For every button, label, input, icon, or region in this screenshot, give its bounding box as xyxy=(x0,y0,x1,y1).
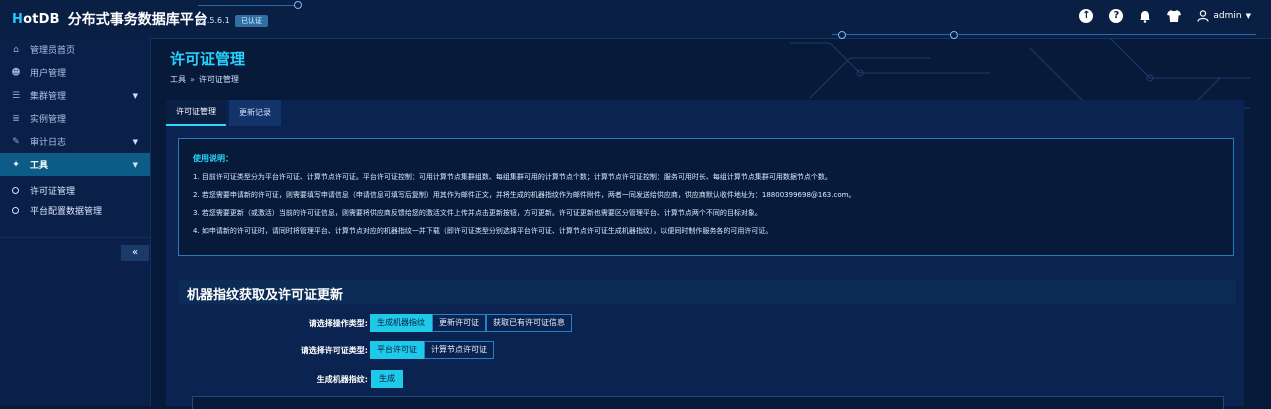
top-bar: HotDB 分布式事务数据库平台 v2.5.6.1 已认证 ↑ ? admin … xyxy=(0,0,1271,39)
platform-license-option[interactable]: 平台许可证 xyxy=(370,341,424,359)
usage-instructions: 使用说明： 1. 目前许可证类型分为平台许可证、计算节点许可证。平台许可证控制：… xyxy=(178,138,1234,256)
user-name: admin xyxy=(1213,11,1242,21)
section-title: 机器指纹获取及许可证更新 xyxy=(187,288,344,303)
sidebar-item-admin-home[interactable]: ⌂ 管理员首页 xyxy=(0,38,150,61)
sidebar-item-label: 审计日志 xyxy=(30,138,67,148)
hotdb-logo[interactable]: HotDB xyxy=(12,12,60,27)
license-panel: 许可证管理 更新记录 使用说明： 1. 目前许可证类型分为平台许可证、计算节点许… xyxy=(166,100,1244,409)
top-actions: ↑ ? admin ▼ xyxy=(1079,9,1251,23)
sidebar-item-label: 实例管理 xyxy=(30,115,67,125)
sidebar-item-audit-log[interactable]: ✎ 审计日志 ▼ xyxy=(0,130,150,153)
collapse-sidebar-button[interactable]: « xyxy=(121,245,149,261)
decor-dot xyxy=(294,1,302,9)
generate-fingerprint-label: 生成机器指纹: xyxy=(316,375,368,384)
home-icon: ⌂ xyxy=(13,44,19,55)
compute-node-license-option[interactable]: 计算节点许可证 xyxy=(424,341,494,359)
sidebar-item-clusters[interactable]: ☰ 集群管理 ▼ xyxy=(0,84,150,107)
circle-icon xyxy=(12,206,19,214)
sidebar-subitem-label: 许可证管理 xyxy=(30,186,76,197)
sidebar-item-label: 集群管理 xyxy=(30,92,67,102)
breadcrumb-separator: » xyxy=(190,75,195,84)
chevron-down-icon: ▼ xyxy=(132,138,138,146)
instructions-title: 使用说明： xyxy=(193,154,233,163)
decor-line xyxy=(832,34,952,35)
generate-fingerprint-option[interactable]: 生成机器指纹 xyxy=(370,314,432,332)
sidebar-item-label: 管理员首页 xyxy=(30,46,76,56)
edit-icon: ✎ xyxy=(12,136,20,147)
section-header: 机器指纹获取及许可证更新 xyxy=(178,280,1236,304)
chevron-down-icon: ▼ xyxy=(132,161,138,169)
cluster-icon: ☰ xyxy=(11,90,21,101)
brand: HotDB 分布式事务数据库平台 xyxy=(12,9,208,29)
circle-icon xyxy=(12,186,19,194)
breadcrumb-parent[interactable]: 工具 xyxy=(170,75,186,84)
shirt-icon[interactable] xyxy=(1167,10,1182,22)
instruction-line: 1. 目前许可证类型分为平台许可证、计算节点许可证。平台许可证控制：可用计算节点… xyxy=(193,173,832,181)
tab-license-management[interactable]: 许可证管理 xyxy=(166,100,226,126)
sidebar-subitem-license[interactable]: 许可证管理 xyxy=(0,180,150,200)
app-title: 分布式事务数据库平台 xyxy=(67,12,208,28)
tools-submenu: 许可证管理 平台配置数据管理 xyxy=(0,176,150,220)
wrench-icon: ✦ xyxy=(12,159,20,170)
certified-badge: 已认证 xyxy=(235,15,268,27)
sidebar-subitem-platform-config[interactable]: 平台配置数据管理 xyxy=(0,200,150,220)
user-icon xyxy=(1197,10,1210,22)
sidebar-item-label: 用户管理 xyxy=(30,69,67,79)
instruction-line: 4. 如申请新的许可证时，请同时将管理平台、计算节点对应的机器指纹一并下载（即许… xyxy=(193,227,773,235)
database-icon: ≣ xyxy=(12,113,20,124)
tab-update-records[interactable]: 更新记录 xyxy=(229,100,281,126)
operation-type-group: 生成机器指纹 更新许可证 获取已有许可证信息 xyxy=(370,314,572,332)
decor-line xyxy=(198,5,294,6)
get-license-info-option[interactable]: 获取已有许可证信息 xyxy=(486,314,572,332)
tab-bar: 许可证管理 更新记录 xyxy=(166,100,281,126)
page-title: 许可证管理 xyxy=(170,50,246,68)
users-icon: ☻ xyxy=(11,67,21,78)
breadcrumb-current: 许可证管理 xyxy=(198,75,239,84)
sidebar-item-users[interactable]: ☻ 用户管理 xyxy=(0,61,150,84)
user-menu[interactable]: admin ▼ xyxy=(1197,10,1251,22)
result-area xyxy=(192,396,1224,409)
main-content: 许可证管理 工具» 许可证管理 许可证管理 更新记录 使用说明： 1. 目前许可证… xyxy=(150,38,1271,409)
help-icon[interactable]: ? xyxy=(1109,9,1124,23)
breadcrumb: 工具 » 许可证管理 xyxy=(170,74,239,85)
license-type-label: 请选择许可证类型: xyxy=(300,346,368,355)
sidebar-item-tools[interactable]: ✦ 工具 ▼ xyxy=(0,153,150,176)
chevron-down-icon: ▼ xyxy=(132,92,138,100)
sidebar-footer: « xyxy=(0,237,150,268)
instruction-line: 3. 若您需要更新（或激活）当前的许可证信息，则需要将供应商反馈给您的激活文件上… xyxy=(193,209,762,217)
chevron-down-icon: ▼ xyxy=(1245,12,1251,20)
decor-line xyxy=(956,34,1256,35)
sidebar-item-label: 工具 xyxy=(30,161,49,171)
bell-icon[interactable] xyxy=(1139,10,1151,23)
sidebar-item-instances[interactable]: ≣ 实例管理 xyxy=(0,107,150,130)
instruction-line: 2. 若您需要申请新的许可证，则需要填写申请信息（申请信息可填写后复制）用其作为… xyxy=(193,191,856,199)
upload-icon[interactable]: ↑ xyxy=(1079,9,1094,23)
generate-button[interactable]: 生成 xyxy=(371,370,403,388)
version-label: v2.5.6.1 xyxy=(197,16,230,25)
sidebar: ⌂ 管理员首页 ☻ 用户管理 ☰ 集群管理 ▼ ≣ 实例管理 ✎ 审计日志 ▼ … xyxy=(0,38,151,406)
update-license-option[interactable]: 更新许可证 xyxy=(432,314,486,332)
license-type-group: 平台许可证 计算节点许可证 xyxy=(370,341,494,359)
operation-type-label: 请选择操作类型: xyxy=(308,319,368,328)
sidebar-subitem-label: 平台配置数据管理 xyxy=(30,206,103,217)
